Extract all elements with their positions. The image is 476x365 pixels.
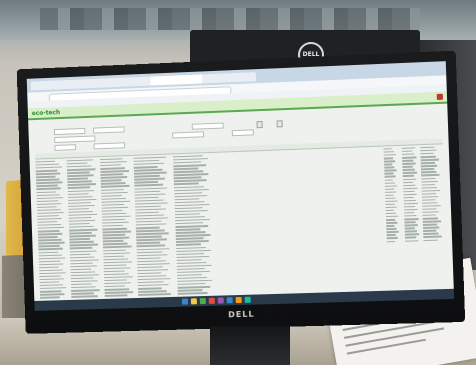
filter-input[interactable] — [54, 128, 86, 135]
taskbar-icon[interactable] — [191, 298, 197, 304]
filter-input[interactable] — [93, 126, 125, 133]
taskbar-icon[interactable] — [209, 298, 215, 304]
taskbar-icon[interactable] — [245, 297, 251, 303]
clear-button[interactable] — [276, 120, 282, 127]
table-cell — [40, 297, 59, 299]
browser-tab[interactable] — [109, 77, 153, 88]
monitor-stand — [210, 326, 290, 365]
taskbar-icon[interactable] — [182, 299, 188, 305]
dell-monitor: eco-tech DELL — [17, 51, 466, 334]
photo-scene: DELL eco-tech DELL — [0, 0, 476, 365]
taskbar-icon[interactable] — [227, 297, 233, 303]
table-cell — [71, 295, 98, 297]
background-shelf — [40, 8, 420, 30]
browser-tab[interactable] — [31, 80, 72, 91]
browser-tab[interactable] — [202, 72, 256, 83]
app-header-icon[interactable] — [437, 94, 443, 100]
filter-input[interactable] — [172, 131, 204, 138]
filter-input[interactable] — [232, 129, 254, 136]
app-logo: eco-tech — [32, 109, 61, 117]
filter-input[interactable] — [54, 135, 95, 143]
search-button[interactable] — [256, 121, 262, 128]
table-cell — [105, 295, 128, 297]
taskbar-icon[interactable] — [200, 298, 206, 304]
browser-tab[interactable] — [70, 78, 112, 89]
data-table — [35, 138, 448, 302]
taskbar-icon[interactable] — [236, 297, 242, 303]
taskbar-icon[interactable] — [218, 297, 224, 303]
table-cell — [178, 292, 208, 294]
table-cell — [138, 293, 171, 295]
browser-tab-active[interactable] — [150, 74, 204, 85]
filter-input[interactable] — [192, 123, 224, 130]
monitor-logo: DELL — [228, 310, 255, 320]
monitor-screen: eco-tech — [27, 61, 454, 311]
filter-input[interactable] — [94, 142, 126, 149]
filter-input[interactable] — [54, 144, 76, 151]
